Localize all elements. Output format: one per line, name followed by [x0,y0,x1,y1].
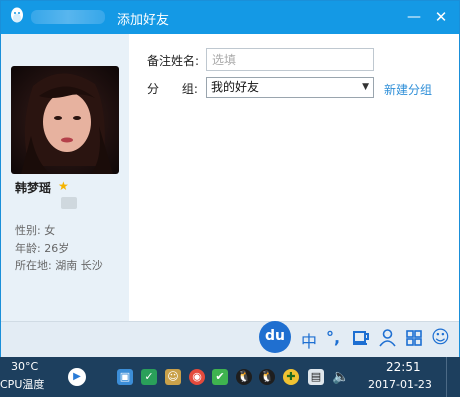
ime-punct-button[interactable]: °, [326,328,340,347]
clock-date[interactable]: 2017-01-23 [368,378,432,391]
location-value: 湖南 长沙 [55,259,103,272]
contact-name: 韩梦瑶 [15,181,52,195]
title-bar[interactable]: 添加好友 — ✕ [1,1,459,34]
add-friend-dialog: 添加好友 — ✕ 韩梦瑶 ★ 性别: 女 年龄: 26岁 所在地: 湖南 长沙 … [0,0,460,357]
user-icon[interactable] [379,329,396,347]
cpu-temperature: 30°C [11,360,39,373]
display-icon[interactable]: ▤ [308,369,324,385]
qq-penguin-tray-icon[interactable]: 🐧 [236,369,252,385]
window-title: 添加好友 [117,13,170,28]
blurred-signature [61,197,77,209]
nickname-input[interactable] [206,48,374,71]
close-button[interactable]: ✕ [431,7,451,27]
star-icon: ★ [58,179,69,193]
nickname-label: 备注姓名: [147,54,200,68]
grid-icon[interactable] [406,330,422,346]
network-icon[interactable]: ✚ [283,369,299,385]
group-select[interactable]: 我的好友 ▼ [206,77,374,98]
avatar [11,66,119,174]
ime-lang-button[interactable]: 中 [301,328,317,352]
shield-icon[interactable]: ✓ [141,369,157,385]
security-check-icon[interactable]: ✔ [212,369,228,385]
clock-time[interactable]: 22:51 [386,360,421,374]
volume-icon[interactable]: 🔈 [332,369,349,385]
location-row: 所在地: 湖南 长沙 [15,257,103,273]
gender-label: 性别: [15,224,41,237]
media-player-icon[interactable]: ▶ [68,368,86,386]
minimize-button[interactable]: — [404,7,424,27]
gender-row: 性别: 女 [15,222,55,238]
smile-icon[interactable]: ☺ [431,327,450,348]
group-select-value: 我的好友 [211,80,260,94]
blurred-account-name [31,10,105,24]
age-row: 年龄: 26岁 [15,240,69,256]
qq-penguin-tray-icon-2[interactable]: 🐧 [259,369,275,385]
show-desktop-button[interactable] [446,357,460,397]
location-label: 所在地: [15,259,52,272]
new-group-link[interactable]: 新建分组 [384,81,432,98]
netease-icon[interactable]: ◉ [189,369,205,385]
cpu-temperature-label: CPU温度 [0,378,45,391]
age-value: 26岁 [44,242,70,255]
chevron-down-icon: ▼ [362,82,369,92]
box-icon[interactable]: ▣ [117,369,133,385]
age-label: 年龄: [15,242,41,255]
cup-icon[interactable] [352,330,370,346]
baidu-ime-logo-icon[interactable]: du [259,321,291,353]
person-icon[interactable]: ☺ [165,369,181,385]
profile-panel: 韩梦瑶 ★ 性别: 女 年龄: 26岁 所在地: 湖南 长沙 [1,34,129,321]
qq-penguin-icon [11,7,23,23]
group-label: 分 组: [147,82,198,96]
gender-value: 女 [44,224,56,237]
